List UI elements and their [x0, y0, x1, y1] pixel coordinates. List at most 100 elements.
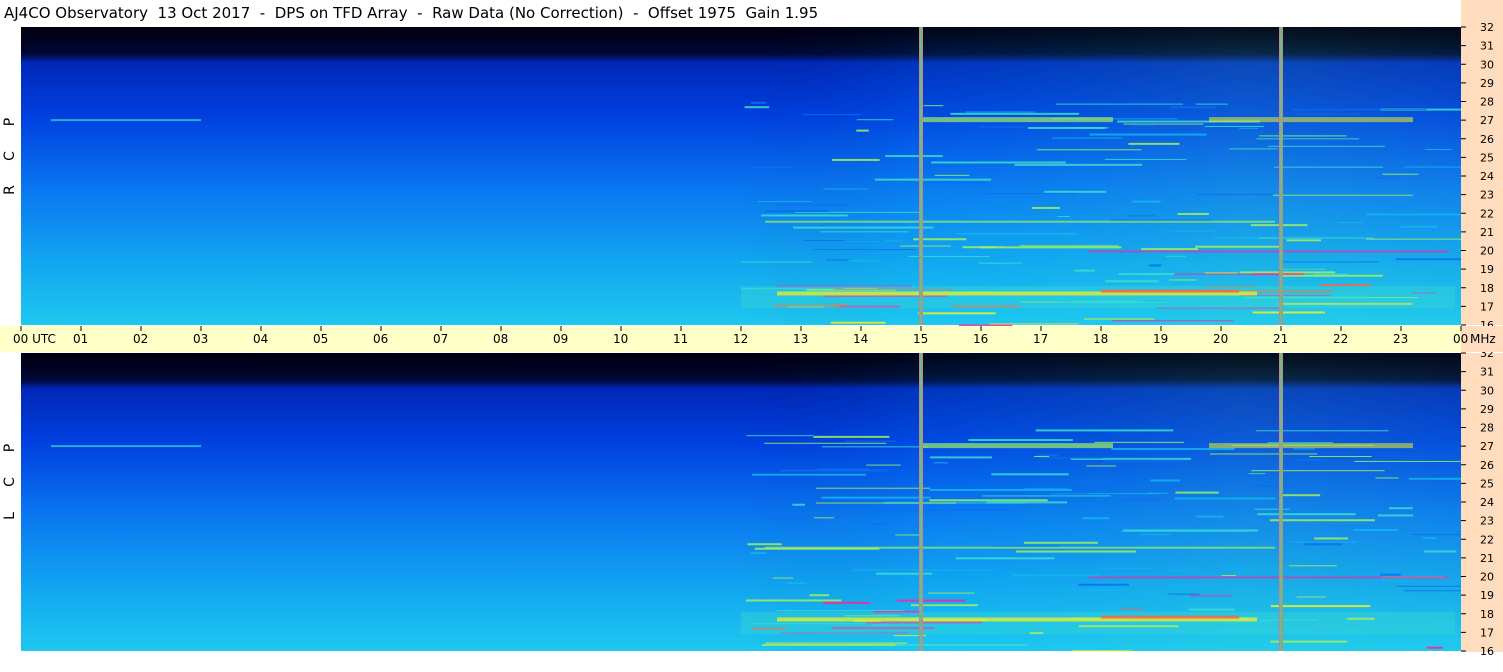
spectrogram-rcp-night — [21, 27, 1461, 63]
band-20mhz — [1089, 250, 1449, 253]
streak — [1280, 261, 1379, 263]
streak — [1071, 650, 1133, 652]
streak — [1195, 103, 1228, 105]
streak — [968, 439, 1073, 442]
streak — [1015, 550, 1137, 553]
streak — [744, 106, 770, 109]
streak — [821, 496, 931, 499]
streak — [1338, 222, 1365, 224]
streak — [830, 321, 886, 324]
streak — [1034, 456, 1050, 458]
streak — [1259, 135, 1347, 137]
spectrogram-chart: 1617181920212223242526272829303132161718… — [0, 0, 1503, 658]
streak — [1403, 590, 1461, 592]
streak — [777, 204, 851, 206]
freq-tick-label-lcp: 28 — [1480, 422, 1494, 435]
streak — [813, 435, 890, 438]
streak — [1353, 529, 1399, 532]
freq-tick-label-rcp: 20 — [1480, 245, 1494, 258]
streak — [1389, 507, 1413, 510]
freq-tick-label-lcp: 29 — [1480, 403, 1494, 416]
time-tick-label: 03 — [193, 332, 208, 346]
freq-tick-label-rcp: 29 — [1480, 77, 1494, 90]
time-tick-label: 15 — [913, 332, 928, 346]
marker-line-core-lcp-0 — [920, 353, 922, 651]
streak — [823, 188, 869, 190]
streak — [1248, 473, 1266, 475]
streak — [1253, 485, 1295, 488]
streak — [1255, 430, 1389, 432]
time-tick-label: 19 — [1153, 332, 1168, 346]
streak — [979, 193, 1075, 195]
streak — [1354, 460, 1461, 462]
streak — [1269, 519, 1375, 522]
streak — [1168, 593, 1200, 595]
freq-tick-label-rcp: 26 — [1480, 133, 1494, 146]
streak — [1292, 109, 1427, 111]
freq-tick-label-rcp: 28 — [1480, 96, 1494, 109]
streak — [831, 158, 880, 161]
streak — [786, 582, 807, 585]
streak — [1257, 513, 1356, 516]
time-tick-label: 23 — [1393, 332, 1408, 346]
streak — [1188, 608, 1235, 611]
streak — [1290, 541, 1358, 543]
streak — [1279, 274, 1383, 277]
streak — [1089, 133, 1207, 136]
streak — [1411, 534, 1461, 536]
streak — [1175, 491, 1219, 494]
streak — [1078, 583, 1129, 586]
time-tick-label: 00 UTC — [13, 332, 56, 346]
freq-tick-label-lcp: 30 — [1480, 384, 1494, 397]
freq-tick-label-lcp: 16 — [1480, 645, 1494, 658]
freq-tick-label-rcp: 18 — [1480, 282, 1494, 295]
streak — [1050, 589, 1130, 591]
marker-line-core-lcp-1 — [1280, 353, 1282, 651]
freq-tick-label-rcp: 22 — [1480, 207, 1494, 220]
streak — [1366, 238, 1461, 240]
streak — [1105, 280, 1159, 283]
freq-tick-label-rcp: 23 — [1480, 189, 1494, 202]
streak — [780, 469, 888, 472]
streak — [1094, 441, 1184, 443]
streak — [933, 462, 949, 464]
streak — [965, 111, 1036, 113]
streak — [1254, 508, 1290, 510]
streak — [1068, 480, 1149, 482]
streak — [1014, 163, 1143, 166]
streak — [1127, 215, 1156, 217]
streak — [1024, 488, 1067, 490]
streak — [1165, 569, 1189, 571]
streak — [1105, 459, 1186, 462]
band-21-6mhz — [765, 546, 1275, 549]
freq-tick-label-lcp: 20 — [1480, 571, 1494, 584]
streak — [955, 557, 1055, 560]
streak — [1044, 190, 1107, 193]
streak — [760, 516, 853, 518]
streak — [1057, 216, 1070, 218]
streak — [757, 201, 813, 203]
streak — [1036, 149, 1142, 151]
streak — [1286, 239, 1322, 242]
freq-tick-label-lcp: 31 — [1480, 366, 1494, 379]
time-tick-label: 07 — [433, 332, 448, 346]
streak — [1174, 497, 1276, 500]
streak — [1118, 273, 1175, 276]
streak — [750, 166, 795, 168]
streak — [1086, 465, 1117, 467]
freq-tick-label-rcp: 30 — [1480, 58, 1494, 71]
streak — [845, 440, 897, 442]
streak — [1197, 193, 1274, 195]
freq-tick-label-rcp: 21 — [1480, 226, 1494, 239]
streak — [822, 601, 871, 604]
streak — [813, 517, 835, 519]
time-tick-label: 09 — [553, 332, 568, 346]
streak — [1408, 477, 1461, 480]
streak — [815, 502, 956, 504]
streak — [1074, 269, 1096, 272]
streak — [866, 464, 901, 466]
streak — [1320, 284, 1371, 287]
band-17mhz — [741, 611, 1455, 635]
time-tick-label: 18 — [1093, 332, 1108, 346]
streak — [956, 232, 1077, 235]
